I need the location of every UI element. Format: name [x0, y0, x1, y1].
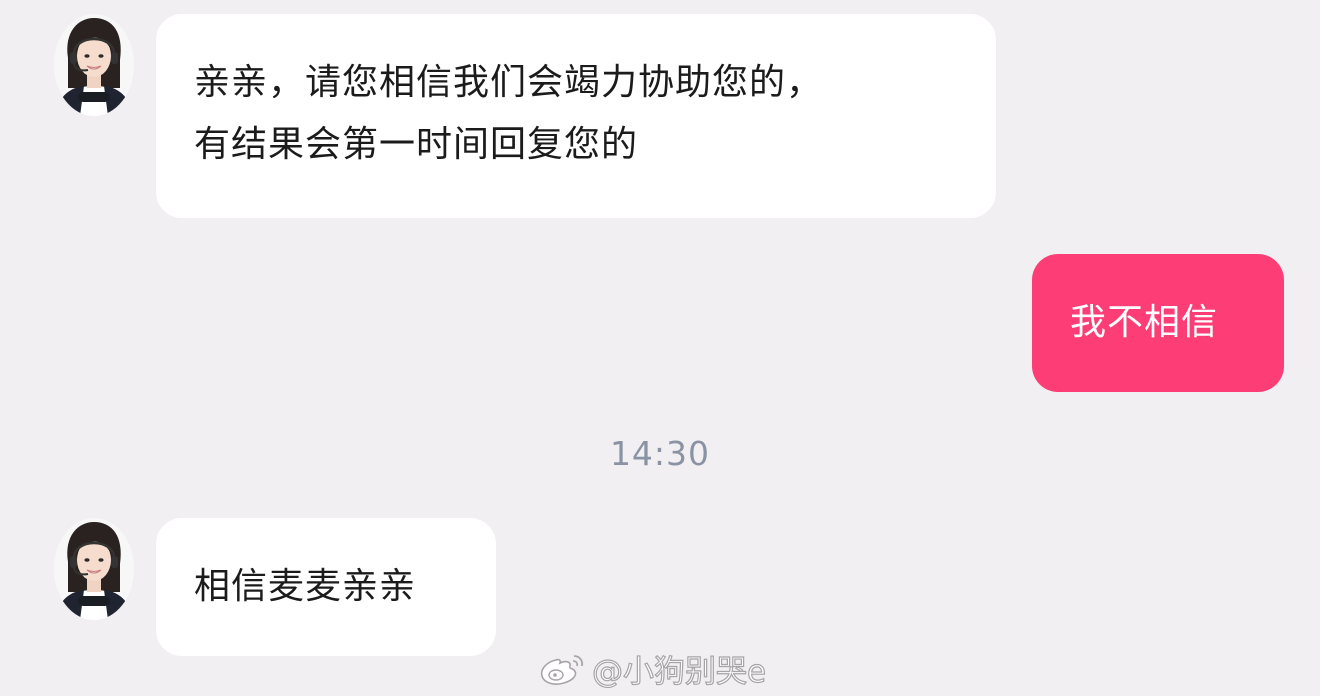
watermark: @小狗别哭e	[536, 646, 767, 690]
outgoing-message-bubble[interactable]: 我不相信	[1032, 254, 1284, 392]
agent-avatar[interactable]	[54, 518, 134, 620]
message-text: 亲亲，请您相信我们会竭力协助您的， 有结果会第一时间回复您的	[194, 62, 824, 165]
weibo-logo-icon	[540, 655, 584, 685]
message-text: 相信麦麦亲亲	[194, 566, 417, 607]
message-timestamp: 14:30	[609, 434, 711, 473]
incoming-message-bubble[interactable]: 亲亲，请您相信我们会竭力协助您的， 有结果会第一时间回复您的	[156, 14, 996, 218]
watermark-text: @小狗别哭e	[591, 653, 767, 690]
incoming-message-bubble[interactable]: 相信麦麦亲亲	[156, 518, 496, 656]
agent-avatar[interactable]	[54, 14, 134, 116]
message-text: 我不相信	[1070, 302, 1219, 343]
